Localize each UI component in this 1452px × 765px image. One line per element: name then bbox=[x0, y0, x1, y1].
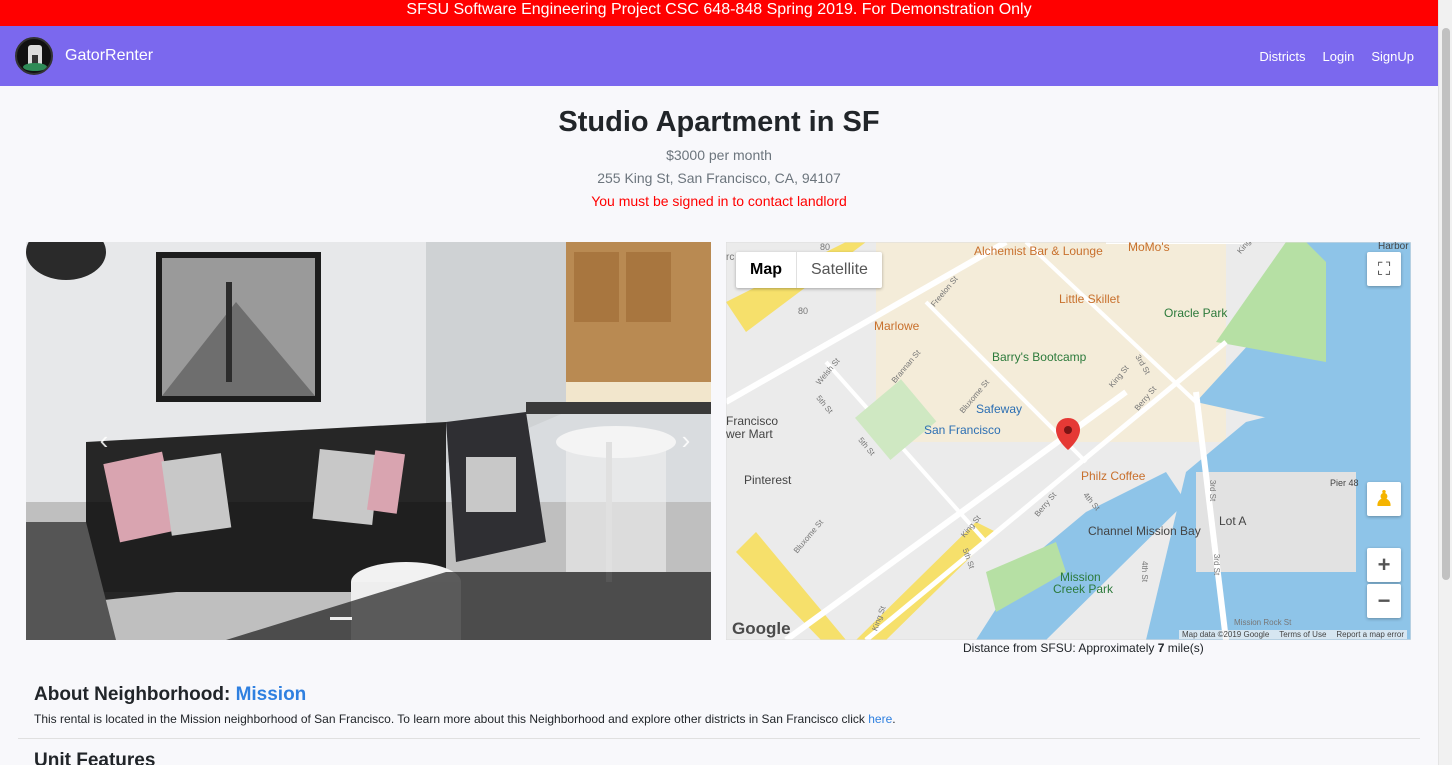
map-street-3rd-b: 3rd St bbox=[1208, 479, 1218, 502]
nav-districts-link[interactable]: Districts bbox=[1259, 49, 1305, 64]
map-place-mission-creek-2[interactable]: Creek Park bbox=[1053, 582, 1113, 596]
map-street-4th-b: 4th St bbox=[1139, 561, 1149, 582]
fullscreen-button[interactable]: ⛶ bbox=[1367, 252, 1401, 286]
nav-signup-link[interactable]: SignUp bbox=[1371, 49, 1414, 64]
brand-link[interactable]: GatorRenter bbox=[65, 47, 153, 65]
unit-features-heading: Unit Features bbox=[34, 750, 156, 765]
map-tab-map[interactable]: Map bbox=[736, 252, 797, 288]
map-place-pier48: Pier 48 bbox=[1330, 478, 1359, 488]
map-street-mission-rock: Mission Rock St bbox=[1234, 618, 1292, 627]
map-place-pinterest[interactable]: Pinterest bbox=[744, 473, 791, 487]
zoom-in-button[interactable]: + bbox=[1367, 548, 1401, 582]
map-place-flower-mart-1[interactable]: Francisco bbox=[726, 414, 778, 428]
map-place-lot-a[interactable]: Lot A bbox=[1219, 514, 1246, 528]
navbar: GatorRenter Districts Login SignUp bbox=[0, 26, 1438, 86]
report-map-error-link[interactable]: Report a map error bbox=[1336, 630, 1404, 639]
page-scrollbar[interactable] bbox=[1438, 0, 1452, 765]
google-map[interactable]: Alchemist Bar & Lounge MoMo's Harbor Lit… bbox=[726, 242, 1411, 640]
carousel-indicator[interactable] bbox=[330, 617, 352, 620]
google-logo[interactable]: Google bbox=[732, 619, 791, 639]
about-neighborhood-heading: About Neighborhood: Mission bbox=[34, 684, 306, 706]
map-place-channel-mission-bay[interactable]: Channel Mission Bay bbox=[1088, 524, 1201, 538]
photo-carousel[interactable]: ‹ › bbox=[26, 242, 711, 640]
pegman-icon: ♟ bbox=[1374, 486, 1394, 511]
map-place-harbor: Harbor bbox=[1378, 242, 1409, 252]
nav-login-link[interactable]: Login bbox=[1323, 49, 1355, 64]
map-place-little-skillet[interactable]: Little Skillet bbox=[1059, 292, 1120, 306]
chevron-left-icon: ‹ bbox=[99, 425, 109, 455]
map-highway-80-b: 80 bbox=[820, 242, 831, 252]
listing-address: 255 King St, San Francisco, CA, 94107 bbox=[597, 170, 841, 186]
map-place-oracle-park[interactable]: Oracle Park bbox=[1164, 306, 1227, 320]
about-text-period: . bbox=[892, 712, 896, 726]
about-text-body: This rental is located in the Mission ne… bbox=[34, 712, 869, 726]
map-place-philz[interactable]: Philz Coffee bbox=[1081, 469, 1145, 483]
map-street-3rd-c: 3rd St bbox=[1212, 553, 1222, 576]
map-type-toggle: Map Satellite bbox=[736, 252, 882, 288]
carousel-next-button[interactable]: › bbox=[668, 422, 704, 458]
map-footer: Map data ©2019 Google Terms of Use Repor… bbox=[1178, 630, 1407, 639]
listing-title: Studio Apartment in SF bbox=[558, 106, 880, 138]
scrollbar-thumb[interactable] bbox=[1442, 28, 1450, 580]
terms-of-use-link[interactable]: Terms of Use bbox=[1279, 630, 1326, 639]
about-neighborhood-text: This rental is located in the Mission ne… bbox=[34, 712, 896, 726]
contact-landlord-warning: You must be signed in to contact landlor… bbox=[591, 193, 847, 209]
chevron-right-icon: › bbox=[681, 425, 691, 455]
map-place-safeway[interactable]: Safeway bbox=[976, 402, 1022, 416]
map-data-credit: Map data ©2019 Google bbox=[1181, 630, 1270, 639]
map-place-marlowe[interactable]: Marlowe bbox=[874, 319, 919, 333]
carousel-prev-button[interactable]: ‹ bbox=[86, 422, 122, 458]
map-place-barrys[interactable]: Barry's Bootcamp bbox=[992, 350, 1086, 364]
section-divider bbox=[18, 738, 1420, 739]
nav-links: Districts Login SignUp bbox=[1259, 49, 1414, 64]
distance-from-sfsu: Distance from SFSU: Approximately 7 mile… bbox=[963, 641, 1204, 655]
apartment-photo bbox=[26, 242, 711, 640]
map-place-sf-station[interactable]: San Francisco bbox=[924, 423, 1001, 437]
about-heading-label: About Neighborhood: bbox=[34, 684, 236, 705]
plus-icon: + bbox=[1377, 552, 1391, 577]
map-place-momos[interactable]: MoMo's bbox=[1128, 242, 1170, 254]
zoom-out-button[interactable]: − bbox=[1367, 584, 1401, 618]
logo-grass-shape bbox=[23, 63, 47, 71]
minus-icon: − bbox=[1377, 588, 1391, 613]
gatorrenter-logo[interactable] bbox=[15, 37, 53, 75]
street-view-button[interactable]: ♟ bbox=[1367, 482, 1401, 516]
map-place-flower-mart-2[interactable]: wer Mart bbox=[726, 427, 773, 441]
map-highway-80: 80 bbox=[798, 306, 809, 316]
fullscreen-icon: ⛶ bbox=[1377, 259, 1391, 279]
demo-banner: SFSU Software Engineering Project CSC 64… bbox=[0, 0, 1438, 26]
districts-here-link[interactable]: here bbox=[868, 712, 892, 726]
map-place-alchemist[interactable]: Alchemist Bar & Lounge bbox=[974, 244, 1103, 258]
distance-suffix: mile(s) bbox=[1164, 641, 1204, 655]
listing-price: $3000 per month bbox=[666, 147, 772, 163]
map-tab-satellite[interactable]: Satellite bbox=[797, 252, 882, 288]
distance-prefix: Distance from SFSU: Approximately bbox=[963, 641, 1158, 655]
map-street-rc: rc bbox=[726, 252, 735, 263]
neighborhood-link[interactable]: Mission bbox=[236, 684, 307, 705]
